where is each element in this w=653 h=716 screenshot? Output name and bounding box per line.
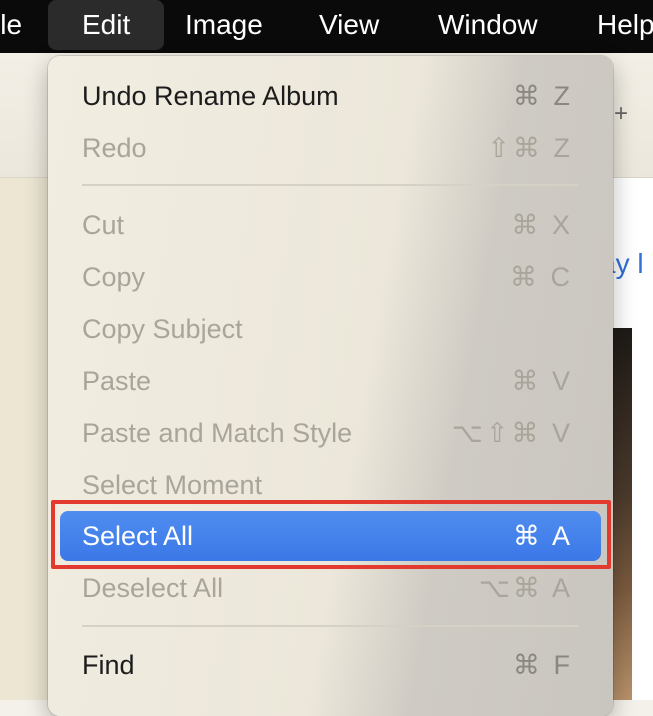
menu-item-deselect-all[interactable]: Deselect All ⌥⌘ A xyxy=(48,562,613,614)
annotation-highlight-box xyxy=(51,500,611,569)
menu-item-label: Redo xyxy=(82,133,147,163)
menu-item-label: Paste xyxy=(82,366,152,396)
menu-file[interactable]: ile xyxy=(0,0,22,53)
menu-item-shortcut: ⌘ C xyxy=(510,262,573,292)
add-icon[interactable]: + xyxy=(614,100,628,128)
menu-item-shortcut: ⌘ F xyxy=(513,650,573,680)
menu-item-shortcut: ⌘ Z xyxy=(513,81,573,111)
menu-help[interactable]: Help xyxy=(597,0,653,53)
menu-item-shortcut: ⇧⌘ Z xyxy=(487,133,573,163)
menu-item-copy[interactable]: Copy ⌘ C xyxy=(48,251,613,303)
menu-separator xyxy=(82,184,579,186)
menu-item-paste-and-match-style[interactable]: Paste and Match Style ⌥⇧⌘ V xyxy=(48,407,613,459)
menu-item-label: Copy Subject xyxy=(82,314,243,344)
menu-item-label: Copy xyxy=(82,262,146,292)
menu-item-label: Deselect All xyxy=(82,573,224,603)
menu-separator xyxy=(82,625,579,627)
menu-item-shortcut: ⌥⌘ A xyxy=(478,573,573,603)
menu-item-label: Paste and Match Style xyxy=(82,418,353,448)
menu-item-find[interactable]: Find ⌘ F xyxy=(48,639,613,691)
menu-item-paste[interactable]: Paste ⌘ V xyxy=(48,355,613,407)
menu-item-label: Cut xyxy=(82,210,125,240)
menu-item-copy-subject[interactable]: Copy Subject xyxy=(48,303,613,355)
menu-item-cut[interactable]: Cut ⌘ X xyxy=(48,199,613,251)
menu-view[interactable]: View xyxy=(319,0,379,53)
menu-item-label: Undo Rename Album xyxy=(82,81,339,111)
menu-bar: ile Edit Image View Window Help xyxy=(0,0,653,53)
menu-window[interactable]: Window xyxy=(438,0,538,53)
menu-item-redo[interactable]: Redo ⇧⌘ Z xyxy=(48,122,613,174)
menu-image[interactable]: Image xyxy=(185,0,263,53)
menu-item-shortcut: ⌘ V xyxy=(511,366,573,396)
sidebar xyxy=(0,178,50,700)
menu-item-shortcut: ⌥⇧⌘ V xyxy=(451,418,573,448)
menu-item-undo-rename-album[interactable]: Undo Rename Album ⌘ Z xyxy=(48,70,613,122)
menu-edit[interactable]: Edit xyxy=(48,0,165,50)
menu-item-label: Find xyxy=(82,650,135,680)
edit-menu: Undo Rename Album ⌘ Z Redo ⇧⌘ Z Cut ⌘ X … xyxy=(48,56,613,716)
menu-item-shortcut: ⌘ X xyxy=(511,210,573,240)
